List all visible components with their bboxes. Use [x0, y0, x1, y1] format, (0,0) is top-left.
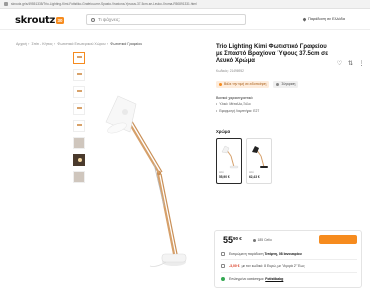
breadcrumb-item[interactable]: Σπίτι - Κήπος [32, 42, 53, 46]
address-bar[interactable]: skroutz.gr/s/49551335/Trio-Lighting-Kimi… [0, 0, 370, 9]
discount-text: με τον κωδικό: 8 Ευρώ, με "Αγορά 2" Έως [241, 263, 305, 268]
discount-amount: -3,00 € [229, 263, 240, 268]
thumbnail[interactable] [73, 120, 85, 132]
lock-icon [4, 2, 8, 6]
logo-badge: 30 [56, 17, 64, 24]
shop-icon [253, 238, 256, 242]
delivery-date: Τετάρτη, 08 Ιανουαρίου [264, 251, 302, 256]
delivery-location-text: Παράδοση σε Ελλάδα [308, 17, 345, 21]
buy-box: 5590 € 185 Celio Εκτιμώμενη παράδοση Τετ… [214, 230, 362, 288]
pickup-row: Επιλεγμένο κατάστημα: Fotistikabg [221, 275, 357, 282]
logo[interactable]: skroutz 30 [15, 15, 64, 26]
breadcrumb-current: Φωτιστικά Γραφείου [110, 42, 143, 46]
site-header: skroutz 30 Τι ψάχνεις; Παράδοση σε Ελλάδ… [0, 9, 370, 30]
thumbnail[interactable] [73, 69, 85, 81]
pickup-prefix: Επιλεγμένο κατάστημα: [229, 276, 265, 281]
product-image[interactable] [96, 56, 196, 276]
swatch-from-label: από [249, 170, 254, 174]
logo-text: skroutz [15, 15, 56, 26]
breadcrumb-item[interactable]: Αρχική [16, 42, 27, 46]
heart-icon[interactable]: ♡ [336, 61, 343, 68]
swatch-from-label: από [219, 170, 224, 174]
options-icon[interactable]: ⇅ [347, 61, 354, 68]
feature-item: • Εφαρμογή Λαμπτήρα: E27 [216, 108, 260, 113]
product-price: 5590 € [223, 235, 242, 245]
features-header: Βασικά χαρακτηριστικά [216, 95, 253, 100]
search-input[interactable]: Τι ψάχνεις; [86, 14, 246, 25]
truck-icon [221, 251, 225, 256]
thumbnail[interactable] [73, 171, 85, 183]
tag-icon [221, 263, 225, 268]
search-placeholder: Τι ψάχνεις; [98, 17, 121, 22]
add-to-cart-button[interactable] [319, 235, 357, 244]
compare-button[interactable]: Σύγκριση [273, 80, 299, 88]
delivery-prefix: Εκτιμώμενη παράδοση [229, 251, 264, 256]
black-lamp-thumbnail [252, 145, 268, 168]
color-swatch-white[interactable]: από 55,90 € [216, 137, 242, 184]
store-icon [221, 276, 225, 281]
product-title: Trio Lighting Kimi Φωτιστικό Γραφείου με… [216, 44, 329, 65]
swatch-price: 62,43 € [249, 174, 260, 179]
breadcrumb: Αρχική› Σπίτι - Κήπος› Φωτιστικά Εσωτερι… [16, 42, 143, 46]
search-icon [91, 17, 95, 22]
compare-label: Σύγκριση [281, 82, 296, 87]
thumbnail[interactable] [73, 86, 85, 98]
more-icon[interactable]: ⋮ [358, 61, 365, 68]
swatch-price: 55,90 € [219, 174, 230, 179]
color-header: Χρώμα [216, 128, 231, 134]
thumbnail[interactable] [73, 137, 85, 149]
thumbnail[interactable] [73, 103, 85, 115]
shop-badge[interactable]: 185 Celio [253, 238, 272, 242]
shop-name: 185 Celio [257, 238, 272, 242]
product-code: Κωδικός: 21496952 [216, 68, 244, 73]
thumbnail[interactable] [73, 154, 85, 166]
discount-row[interactable]: -3,00 € με τον κωδικό: 8 Ευρώ, με "Αγορά… [221, 262, 357, 269]
breadcrumb-item[interactable]: Φωτιστικά Εσωτερικού Χώρου [57, 42, 105, 46]
delivery-location[interactable]: Παράδοση σε Ελλάδα [302, 16, 345, 22]
location-pin-icon [302, 16, 307, 22]
white-lamp-thumbnail [221, 145, 239, 168]
price-alert-label: Βάλε την τιμή σε ειδοποίηση [224, 82, 267, 87]
price-alert-button[interactable]: Βάλε την τιμή σε ειδοποίηση [216, 80, 270, 88]
bell-icon [219, 82, 222, 86]
thumbnail[interactable] [73, 52, 85, 64]
product-info: Trio Lighting Kimi Φωτιστικό Γραφείου με… [216, 44, 365, 184]
product-actions: ♡ ⇅ ⋮ [332, 61, 365, 68]
color-swatches: από 55,90 € από 62,43 € [216, 137, 360, 184]
color-swatch-black[interactable]: από 62,43 € [246, 137, 272, 184]
pickup-store-link[interactable]: Fotistikabg [265, 277, 283, 281]
url-text: skroutz.gr/s/49551335/Trio-Lighting-Kimi… [11, 2, 197, 6]
product-chips: Βάλε την τιμή σε ειδοποίηση Σύγκριση [216, 80, 360, 88]
compare-icon [276, 82, 280, 86]
delivery-row: Εκτιμώμενη παράδοση Τετάρτη, 08 Ιανουαρί… [221, 250, 357, 257]
feature-item: • Υλικό: Μέταλλο,Ξύλο [216, 102, 251, 107]
image-thumbnails [73, 52, 85, 188]
